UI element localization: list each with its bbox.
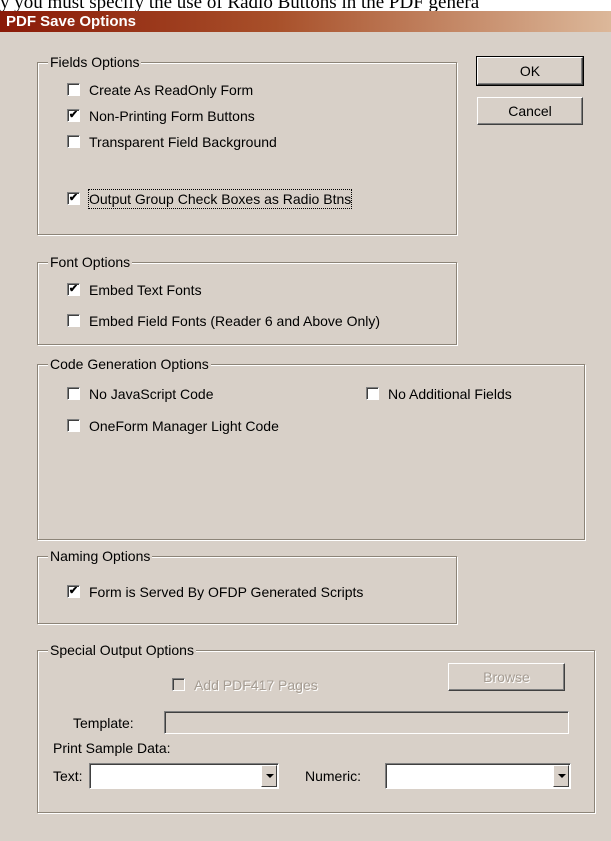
check-mark-icon: ✔ [67,283,80,296]
text-label: Text: [53,768,83,784]
ok-button[interactable]: OK [476,56,584,86]
pdf-save-options-dialog: PDF Save Options OK Cancel Fields Option… [0,11,611,841]
print-sample-data-label: Print Sample Data: [53,740,171,756]
numeric-dropdown[interactable] [385,763,571,789]
checkbox-label: Embed Text Fonts [89,282,202,298]
fields-options-legend: Fields Options [48,54,142,70]
check-mark-icon: ✔ [67,192,80,205]
text-dropdown[interactable] [89,763,279,789]
code-generation-options-legend: Code Generation Options [48,356,211,372]
checkbox-box [366,387,379,400]
font-options-group: Font Options [37,254,457,345]
cancel-button[interactable]: Cancel [477,97,583,125]
checkbox-label: Non-Printing Form Buttons [89,108,255,124]
checkbox-label: Embed Field Fonts (Reader 6 and Above On… [89,313,381,329]
font-options-legend: Font Options [48,254,133,270]
checkbox-box [67,83,80,96]
checkbox-label: No JavaScript Code [89,386,214,402]
dialog-title: PDF Save Options [0,11,611,32]
check-mark-icon: ✔ [67,585,80,598]
template-input[interactable] [164,711,569,734]
template-label: Template: [73,715,134,731]
checkbox-label: Form is Served By OFDP Generated Scripts [89,584,364,600]
checkbox-label: OneForm Manager Light Code [89,418,279,434]
special-output-options-legend: Special Output Options [48,642,196,658]
checkbox-label: Output Group Check Boxes as Radio Btns [87,189,353,209]
checkbox-label: Create As ReadOnly Form [89,82,254,98]
ok-button-label: OK [519,63,541,79]
checkbox-label: No Additional Fields [388,386,512,402]
cancel-button-label: Cancel [508,103,552,119]
checkbox-box [67,314,80,327]
checkbox-box [67,135,80,148]
checkbox-box [172,678,185,691]
numeric-label: Numeric: [305,768,362,784]
browse-button[interactable]: Browse [448,663,565,691]
checkbox-box [67,387,80,400]
checkbox-box [67,419,80,432]
naming-options-legend: Naming Options [48,548,153,564]
chevron-down-icon[interactable] [261,765,277,787]
browse-button-label: Browse [483,669,530,685]
chevron-down-icon[interactable] [553,765,569,787]
checkbox-label: Add PDF417 Pages [194,677,318,693]
check-mark-icon: ✔ [67,109,80,122]
checkbox-label: Transparent Field Background [89,134,277,150]
